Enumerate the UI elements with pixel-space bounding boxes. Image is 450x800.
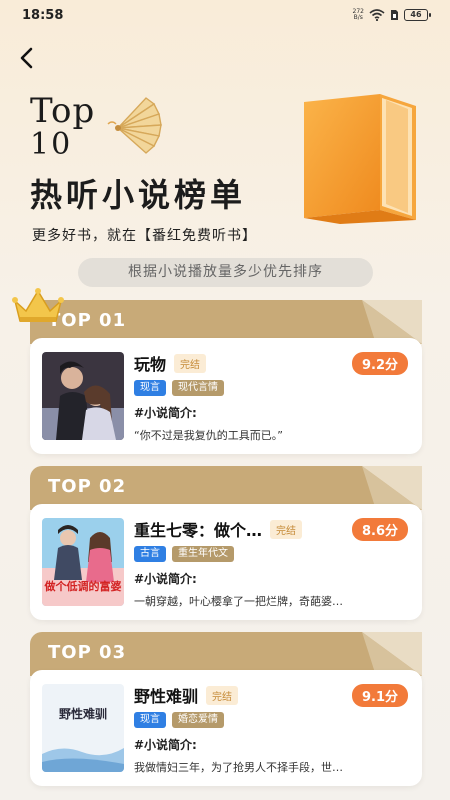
book-cover [42, 352, 124, 440]
fan-decoration-icon [107, 97, 162, 154]
intro-heading: #小说简介: [134, 406, 197, 420]
category-tag: 现言 [134, 712, 166, 728]
back-arrow-icon[interactable] [14, 44, 42, 72]
score-badge: 9.1分 [351, 683, 408, 707]
book-cover: 做个低调的富婆 [42, 518, 124, 606]
top10-heading: Top 10 [30, 94, 95, 162]
status-bar: 18:58 272 B/s 46 [0, 0, 450, 30]
sim-card-icon [391, 10, 398, 20]
page-title: 热听小说榜单 [30, 176, 247, 214]
score-badge: 8.6分 [351, 517, 408, 541]
intro-heading: #小说简介: [134, 738, 197, 752]
status-badge: 完结 [174, 353, 207, 373]
top-word: Top [30, 91, 96, 131]
intro-heading: #小说简介: [134, 572, 197, 586]
status-badge: 完结 [270, 519, 303, 539]
intro-text: 一朝穿越，叶心樱拿了一把烂牌，奇葩婆… [134, 595, 343, 608]
book-info: 野性难驯 完结 9.1分 现言 婚恋爱情 #小说简介: 我做情妇三年，为了抢男人… [134, 683, 408, 775]
book-card[interactable]: 野性难驯 野性难驯 完结 9.1分 现言 婚恋爱情 #小说简介: 我做情妇三年，… [30, 670, 422, 786]
book-title[interactable]: 野性难驯 [134, 683, 198, 707]
network-speed-unit: B/s [353, 14, 363, 21]
page-subtitle: 更多好书，就在【番红免费听书】 [32, 228, 257, 244]
network-speed: 272 B/s [353, 9, 364, 21]
status-time: 18:58 [22, 7, 64, 23]
book-cover: 野性难驯 [42, 684, 124, 772]
category-tag: 现言 [134, 380, 166, 396]
status-icons: 272 B/s 46 [353, 9, 431, 21]
intro-text: 我做情妇三年，为了抢男人不择手段，世… [134, 761, 343, 774]
cover-title: 野性难驯 [59, 706, 107, 721]
rank-section-2: TOP 02 做个低调的富婆 重生七零：做个… 完结 8.6分 古言 重生年代文… [30, 466, 422, 626]
ten-number: 10 [30, 127, 73, 162]
intro-text: “你不过是我复仇的工具而已。” [134, 429, 283, 442]
book-card[interactable]: 玩物 完结 9.2分 现言 现代言情 #小说简介: “你不过是我复仇的工具而已。… [30, 338, 422, 454]
book-card[interactable]: 做个低调的富婆 重生七零：做个… 完结 8.6分 古言 重生年代文 #小说简介:… [30, 504, 422, 620]
genre-tag: 婚恋爱情 [172, 712, 224, 728]
ranking-rule-pill: 根据小说播放量多少优先排序 [78, 258, 373, 287]
rank-label: TOP 03 [48, 642, 127, 663]
crown-icon [12, 288, 64, 322]
genre-tag: 重生年代文 [172, 546, 234, 562]
rank-label: TOP 02 [48, 476, 127, 497]
book-info: 重生七零：做个… 完结 8.6分 古言 重生年代文 #小说简介: 一朝穿越，叶心… [134, 517, 408, 609]
battery-icon: 46 [404, 9, 431, 21]
orange-book-illustration [304, 94, 416, 224]
rank-section-1: TOP 01 玩物 完结 9.2分 现言 现代言情 #小说简介: “你不过是我复… [30, 300, 422, 460]
status-badge: 完结 [206, 685, 239, 705]
book-info: 玩物 完结 9.2分 现言 现代言情 #小说简介: “你不过是我复仇的工具而已。… [134, 351, 408, 443]
wifi-icon [369, 9, 385, 21]
book-title[interactable]: 玩物 [134, 351, 166, 375]
book-title[interactable]: 重生七零：做个… [134, 517, 262, 541]
rank-section-3: TOP 03 野性难驯 野性难驯 完结 9.1分 现言 婚恋爱情 #小说简介: … [30, 632, 422, 792]
page: 18:58 272 B/s 46 Top 10 热听小说榜单 更多好书，就在【番… [0, 0, 450, 800]
category-tag: 古言 [134, 546, 166, 562]
genre-tag: 现代言情 [172, 380, 224, 396]
cover-title: 做个低调的富婆 [44, 579, 122, 593]
score-badge: 9.2分 [351, 351, 408, 375]
